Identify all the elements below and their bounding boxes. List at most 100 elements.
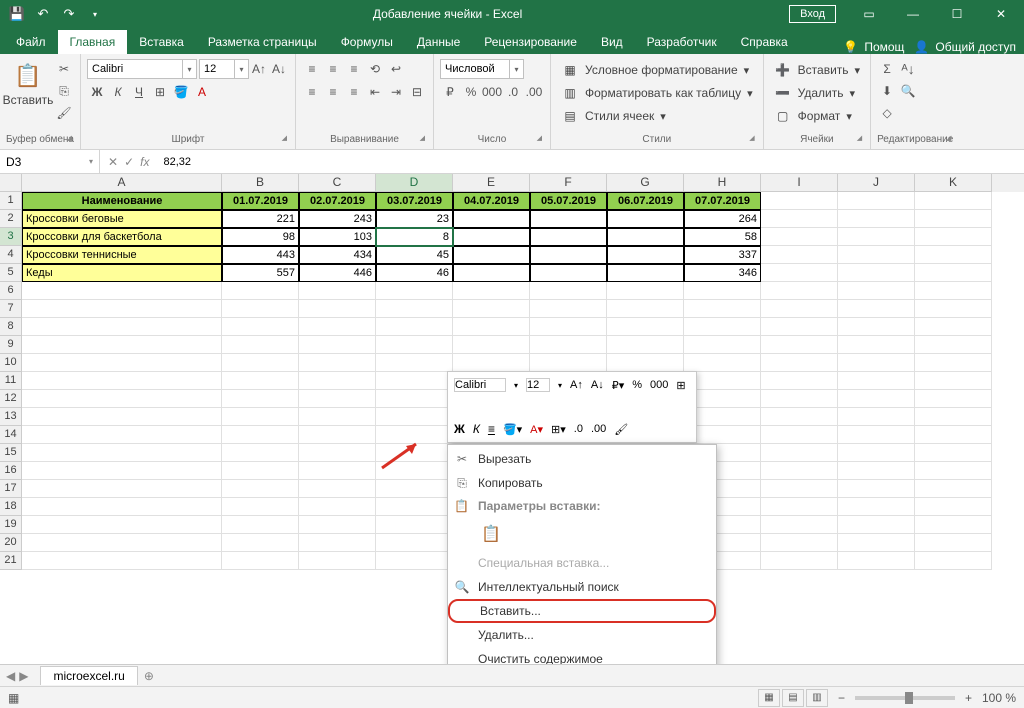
zoom-level[interactable]: 100 %	[982, 691, 1016, 705]
cell[interactable]	[222, 300, 299, 318]
cell[interactable]	[838, 246, 915, 264]
cell[interactable]	[607, 336, 684, 354]
cell[interactable]	[761, 282, 838, 300]
cell[interactable]: Наименование	[22, 192, 222, 210]
row-header[interactable]: 14	[0, 426, 22, 444]
cell[interactable]	[530, 246, 607, 264]
redo-icon[interactable]: ↷	[58, 3, 80, 25]
cell[interactable]	[761, 354, 838, 372]
font-size-combo[interactable]	[199, 59, 235, 79]
cell[interactable]	[530, 300, 607, 318]
cell[interactable]	[22, 480, 222, 498]
fill-icon[interactable]: ⬇	[877, 81, 897, 101]
cell[interactable]	[22, 300, 222, 318]
indent-inc-icon[interactable]: ⇥	[386, 82, 406, 102]
cell[interactable]	[299, 516, 376, 534]
cell[interactable]	[299, 336, 376, 354]
cell[interactable]	[607, 282, 684, 300]
align-left-icon[interactable]: ≡	[302, 82, 322, 102]
cell[interactable]	[299, 462, 376, 480]
cell[interactable]: 03.07.2019	[376, 192, 453, 210]
tab-data[interactable]: Данные	[405, 30, 472, 54]
wrap-text-icon[interactable]: ↩	[386, 59, 406, 79]
conditional-formatting-button[interactable]: ▦Условное форматирование ▾	[557, 59, 753, 81]
name-box[interactable]: D3▾	[0, 150, 100, 173]
cell[interactable]	[915, 300, 992, 318]
cell[interactable]	[22, 372, 222, 390]
cell[interactable]	[761, 426, 838, 444]
cell[interactable]: 264	[684, 210, 761, 228]
cell[interactable]: 221	[222, 210, 299, 228]
ribbon-display-icon[interactable]: ▭	[848, 1, 890, 27]
cell[interactable]	[607, 354, 684, 372]
cell[interactable]	[376, 336, 453, 354]
cell[interactable]	[299, 300, 376, 318]
cell[interactable]	[299, 408, 376, 426]
cell[interactable]	[376, 318, 453, 336]
cell[interactable]	[915, 552, 992, 570]
add-sheet-icon[interactable]: ⊕	[144, 669, 154, 683]
close-icon[interactable]: ✕	[980, 1, 1022, 27]
cell[interactable]	[607, 246, 684, 264]
cell[interactable]	[838, 408, 915, 426]
cell[interactable]	[453, 228, 530, 246]
cell[interactable]	[530, 354, 607, 372]
cell[interactable]	[915, 426, 992, 444]
cell[interactable]: Кеды	[22, 264, 222, 282]
cell[interactable]	[761, 408, 838, 426]
cell[interactable]: 243	[299, 210, 376, 228]
percent-icon[interactable]: %	[461, 82, 481, 102]
cell[interactable]	[22, 282, 222, 300]
sort-filter-icon[interactable]: ᴬ↓	[898, 59, 918, 79]
cell[interactable]	[915, 534, 992, 552]
format-cells-button[interactable]: ▢Формат ▾	[770, 105, 856, 127]
cell[interactable]	[838, 336, 915, 354]
row-header[interactable]: 10	[0, 354, 22, 372]
fill-color-icon[interactable]: 🪣▾	[500, 419, 525, 439]
tab-help[interactable]: Справка	[729, 30, 800, 54]
cell[interactable]	[376, 534, 453, 552]
find-icon[interactable]: 🔍	[898, 81, 918, 101]
cell[interactable]	[22, 444, 222, 462]
col-header[interactable]: A	[22, 174, 222, 192]
ctx-delete[interactable]: Удалить...	[448, 623, 716, 647]
cell[interactable]	[376, 372, 453, 390]
mini-font-combo[interactable]	[454, 378, 506, 392]
cell[interactable]	[915, 336, 992, 354]
cell[interactable]	[607, 300, 684, 318]
tab-home[interactable]: Главная	[58, 30, 128, 54]
underline-icon[interactable]: Ч	[129, 82, 149, 102]
cell[interactable]	[222, 390, 299, 408]
cell[interactable]	[761, 462, 838, 480]
mini-size-combo[interactable]	[526, 378, 550, 392]
row-header[interactable]: 1	[0, 192, 22, 210]
cell[interactable]: 04.07.2019	[453, 192, 530, 210]
cell[interactable]	[222, 408, 299, 426]
cell[interactable]	[222, 444, 299, 462]
cell[interactable]: Кроссовки теннисные	[22, 246, 222, 264]
sheet-tab[interactable]: microexcel.ru	[40, 666, 137, 685]
cell[interactable]: 46	[376, 264, 453, 282]
cell[interactable]	[453, 210, 530, 228]
tab-view[interactable]: Вид	[589, 30, 635, 54]
row-header[interactable]: 7	[0, 300, 22, 318]
cell[interactable]: Кроссовки для баскетбола	[22, 228, 222, 246]
cell[interactable]	[22, 534, 222, 552]
row-header[interactable]: 21	[0, 552, 22, 570]
cell[interactable]	[838, 444, 915, 462]
cell[interactable]	[299, 282, 376, 300]
fill-color-icon[interactable]: 🪣	[171, 82, 191, 102]
align-middle-icon[interactable]: ≡	[323, 59, 343, 79]
currency-icon[interactable]: ₽	[440, 82, 460, 102]
sheet-nav-next-icon[interactable]: ▶	[19, 669, 28, 683]
tab-formulas[interactable]: Формулы	[329, 30, 405, 54]
align-top-icon[interactable]: ≡	[302, 59, 322, 79]
chevron-down-icon[interactable]: ▾	[235, 59, 249, 79]
align-right-icon[interactable]: ≡	[344, 82, 364, 102]
cell[interactable]	[915, 444, 992, 462]
cell[interactable]	[530, 264, 607, 282]
cell[interactable]	[915, 408, 992, 426]
bold-icon[interactable]: Ж	[87, 82, 107, 102]
col-header[interactable]: B	[222, 174, 299, 192]
shrink-font-icon[interactable]: A↓	[588, 375, 607, 395]
